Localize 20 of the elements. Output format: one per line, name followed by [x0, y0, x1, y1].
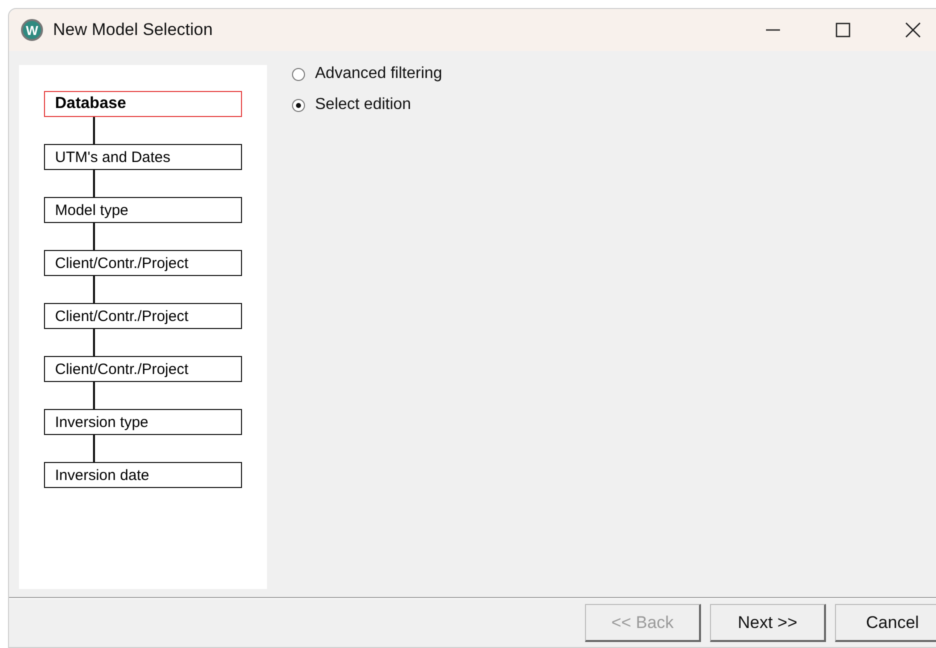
- step-item[interactable]: Client/Contr./Project: [44, 303, 242, 329]
- radio-option[interactable]: Select edition: [292, 96, 442, 114]
- step-item[interactable]: Inversion type: [44, 409, 242, 435]
- step-item[interactable]: Client/Contr./Project: [44, 356, 242, 382]
- dialog-button[interactable]: Cancel: [835, 604, 936, 642]
- app-logo-icon: W: [21, 19, 43, 41]
- radio-label: Select edition: [315, 96, 412, 114]
- step-item[interactable]: UTM's and Dates: [44, 144, 242, 170]
- window-title: New Model Selection: [53, 20, 213, 40]
- dialog-button[interactable]: Next >>: [710, 604, 826, 642]
- maximize-icon[interactable]: [835, 22, 851, 38]
- radio-button[interactable]: [292, 68, 305, 80]
- radio-option[interactable]: Advanced filtering: [292, 65, 442, 83]
- radio-button[interactable]: [292, 98, 305, 112]
- close-icon[interactable]: [905, 22, 921, 38]
- step-item[interactable]: Model type: [44, 197, 242, 223]
- step-item[interactable]: Client/Contr./Project: [44, 250, 242, 276]
- step-item[interactable]: Inversion date: [44, 462, 242, 488]
- step-item[interactable]: Database: [44, 91, 242, 117]
- radio-label: Advanced filtering: [315, 65, 442, 83]
